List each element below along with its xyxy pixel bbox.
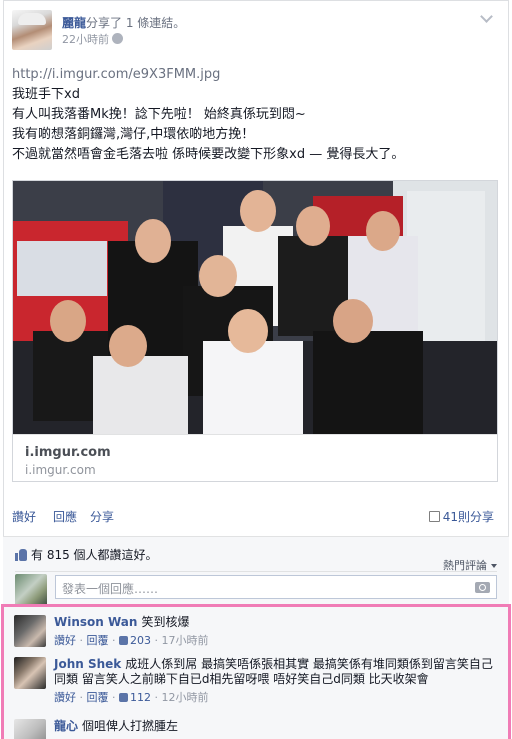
globe-icon	[112, 33, 123, 44]
post-text: http://i.imgur.com/e9X3FMM.jpg 我班手下xd 有人…	[12, 65, 494, 165]
group-photo[interactable]	[13, 181, 497, 434]
post-time[interactable]: 22小時前	[62, 31, 123, 47]
comment-like-count-value: 112	[130, 691, 151, 704]
share-button[interactable]: 分享	[90, 508, 114, 525]
attachment-subtitle: i.imgur.com	[25, 463, 96, 477]
camera-icon[interactable]	[475, 582, 490, 593]
comment-text: 個咀俾人打撚腫左	[82, 719, 179, 733]
post-timestamp[interactable]: 22小時前	[62, 33, 109, 46]
comment-like-count[interactable]: 203	[119, 634, 151, 647]
like-thumb-icon	[119, 693, 128, 702]
comment-reply-link[interactable]: 回覆	[87, 691, 109, 704]
comment-text: 笑到核爆	[141, 615, 190, 629]
comment-like-count-value: 203	[130, 634, 151, 647]
attachment-domain[interactable]: i.imgur.com	[25, 445, 111, 460]
comment-avatar[interactable]	[14, 657, 46, 689]
likes-row: 有 815 個人都讚這好。 熱門評論	[15, 546, 497, 572]
comment-like-link[interactable]: 讚好	[54, 634, 76, 647]
post-text-line: 我班手下xd	[12, 87, 80, 102]
comment-author[interactable]: John Shek	[54, 657, 121, 671]
share-count-label: 41則分享	[442, 510, 494, 524]
comment-meta: 讚好 · 回覆 · 112 · 12小時前	[54, 691, 209, 704]
comment-avatar[interactable]	[14, 615, 46, 647]
poster-name[interactable]: 麗龍	[62, 16, 86, 30]
like-button[interactable]: 讚好	[12, 508, 36, 525]
post-link[interactable]: http://i.imgur.com/e9X3FMM.jpg	[12, 65, 494, 85]
comment-button[interactable]: 回應	[53, 508, 77, 525]
likes-summary[interactable]: 有 815 個人都讚這好。	[31, 548, 158, 562]
viewer-avatar	[15, 574, 47, 606]
share-icon	[428, 511, 440, 522]
comment-body: Winson Wan 笑到核爆 讚好 · 回覆 · 203 · 17小時前	[54, 615, 502, 648]
comment-body: 龍心 個咀俾人打撚腫左	[54, 719, 502, 734]
comment-avatar[interactable]	[14, 719, 46, 739]
reply-input[interactable]: 發表一個回應……	[55, 575, 497, 599]
post-text-line: 有人叫我落番Mk挽！諗下先啦！ 始終真係玩到悶~	[12, 107, 306, 122]
like-thumb-icon	[119, 636, 128, 645]
group-photo-image	[13, 181, 497, 434]
comment-time[interactable]: 17小時前	[162, 634, 209, 647]
comment-author[interactable]: Winson Wan	[54, 615, 137, 629]
reply-placeholder: 發表一個回應……	[62, 582, 159, 596]
share-count[interactable]: 41則分享	[428, 508, 494, 525]
comment-like-link[interactable]: 讚好	[54, 691, 76, 704]
comment-reply-link[interactable]: 回覆	[87, 634, 109, 647]
comment-body: John Shek 成班人係到屌 最搞笑唔係張相其實 最搞笑係有堆同類係到留言笑自…	[54, 657, 502, 705]
post-text-line: 不過就當然唔會金毛落去啦 係時候要改變下形象xd — 覺得長大了。	[12, 147, 405, 162]
post-header: 麗龍分享了 1 條連結。 22小時前	[12, 8, 492, 52]
comment-author[interactable]: 龍心	[54, 719, 78, 733]
attachment-meta[interactable]: i.imgur.com i.imgur.com	[13, 434, 497, 481]
comment-time[interactable]: 12小時前	[162, 691, 209, 704]
highlighted-comments: Winson Wan 笑到核爆 讚好 · 回覆 · 203 · 17小時前 Joh…	[1, 604, 511, 739]
comment-like-count[interactable]: 112	[119, 691, 151, 704]
comment-meta: 讚好 · 回覆 · 203 · 17小時前	[54, 634, 209, 647]
link-attachment[interactable]: i.imgur.com i.imgur.com	[12, 180, 498, 482]
reply-row: 發表一個回應……	[15, 571, 497, 606]
post-actions: 讚好 回應 分享 41則分享	[12, 500, 494, 530]
poster-line: 麗龍分享了 1 條連結。	[62, 14, 185, 31]
poster-action: 分享了 1 條連結。	[86, 16, 186, 30]
chevron-down-icon[interactable]	[480, 12, 492, 24]
poster-avatar[interactable]	[12, 10, 52, 50]
post-text-line: 我有啲想落銅鑼灣,灣仔,中環依啲地方挽！	[12, 127, 255, 142]
like-thumb-icon	[15, 549, 27, 561]
